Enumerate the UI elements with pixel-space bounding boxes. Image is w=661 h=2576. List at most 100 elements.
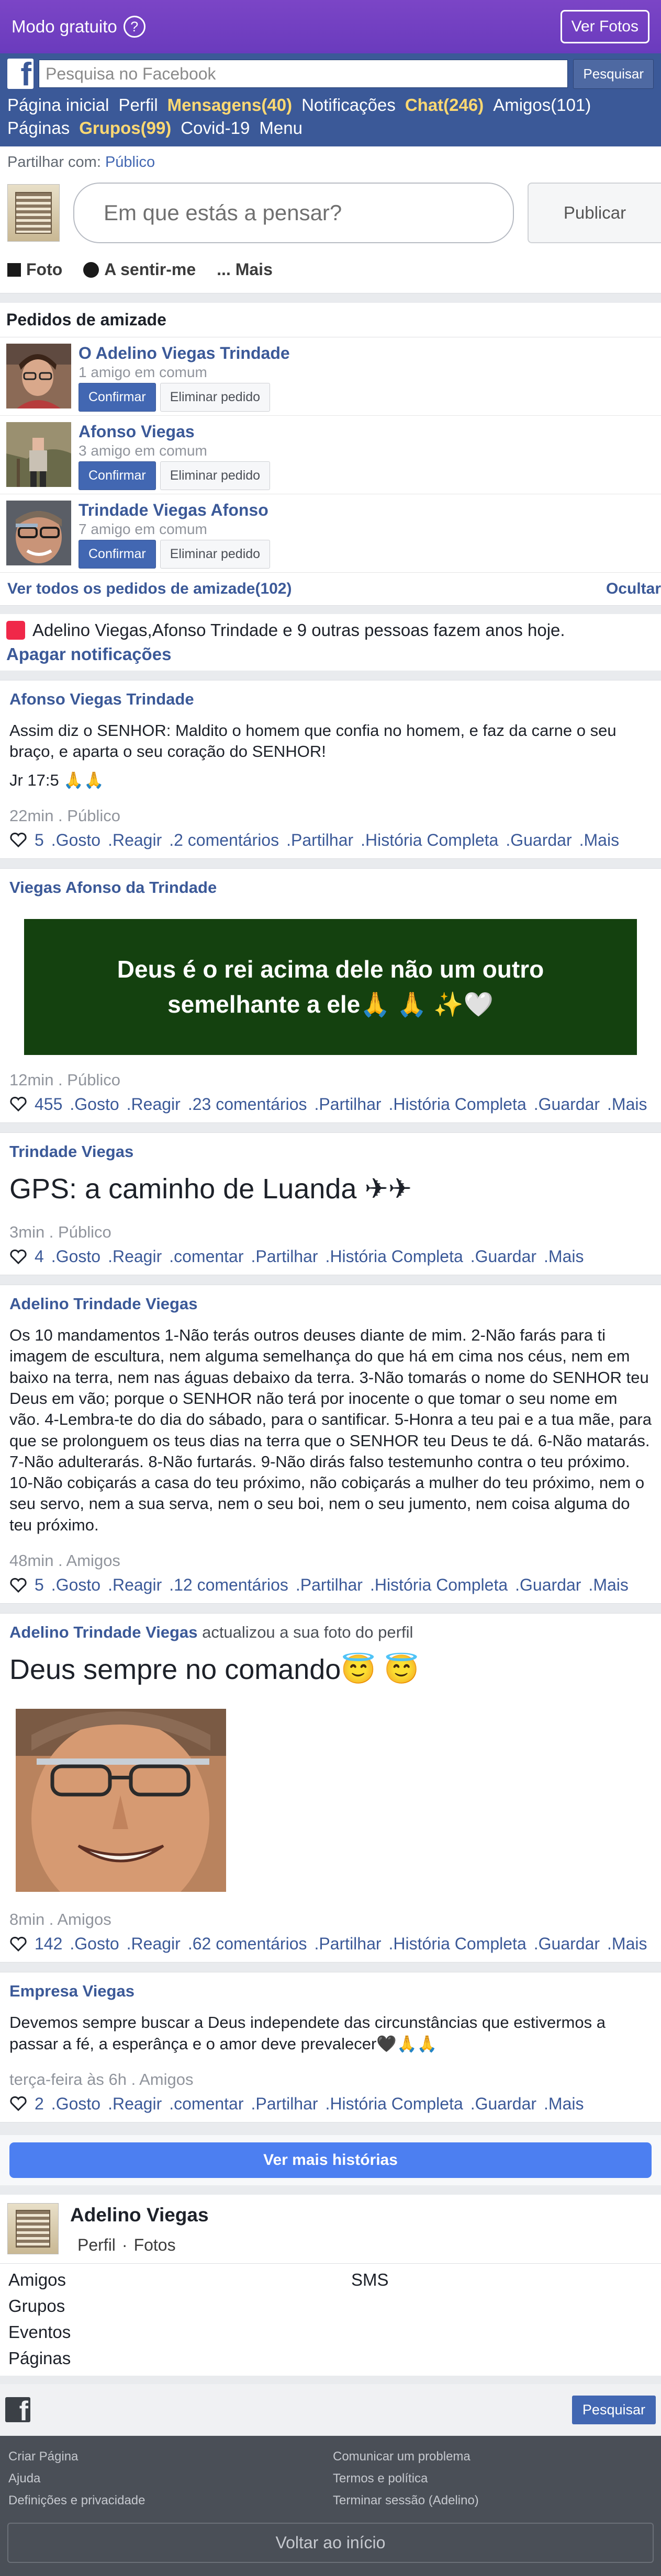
terms-link[interactable]: Termos e política	[333, 2471, 653, 2486]
react-link[interactable]: .Reagir	[108, 1247, 162, 1266]
mutual-friends[interactable]: 3 amigo em comum	[79, 442, 270, 459]
story-author[interactable]: Adelino Trindade Viegas	[9, 1295, 652, 1313]
like-link[interactable]: .Gosto	[51, 1247, 100, 1266]
delete-request-button[interactable]: Eliminar pedido	[160, 540, 271, 569]
facebook-logo-icon[interactable]: f	[7, 59, 33, 89]
nav-pages[interactable]: Páginas	[7, 118, 70, 138]
hide-requests-link[interactable]: Ocultar	[606, 580, 661, 598]
nav-friends[interactable]: Amigos(101)	[493, 95, 591, 115]
reaction-count[interactable]: 5	[35, 1575, 44, 1595]
confirm-button[interactable]: Confirmar	[79, 383, 156, 412]
groups-link[interactable]: Grupos	[8, 2296, 351, 2316]
mutual-friends[interactable]: 7 amigo em comum	[79, 521, 270, 538]
more-stories-button[interactable]: Ver mais histórias	[9, 2142, 652, 2178]
comments-link[interactable]: .2 comentários	[169, 831, 279, 850]
requester-name[interactable]: Trindade Viegas Afonso	[79, 501, 270, 520]
see-all-requests-link[interactable]: Ver todos os pedidos de amizade(102)	[7, 580, 292, 598]
like-link[interactable]: .Gosto	[51, 1575, 100, 1595]
like-link[interactable]: .Gosto	[70, 1095, 119, 1114]
story-meta[interactable]: 12min . Público	[9, 1071, 652, 1090]
pages-link[interactable]: Páginas	[8, 2348, 351, 2368]
profile-name[interactable]: Adelino Viegas	[70, 2204, 209, 2226]
friends-link[interactable]: Amigos	[8, 2270, 351, 2290]
story-author[interactable]: Adelino Trindade Viegas	[9, 1623, 197, 1641]
reaction-count[interactable]: 5	[35, 831, 44, 850]
birthday-text[interactable]: Adelino Viegas,Afonso Trindade e 9 outra…	[32, 620, 565, 640]
story-meta[interactable]: terça-feira às 6h . Amigos	[9, 2070, 652, 2089]
help-icon[interactable]: ?	[123, 16, 145, 38]
story-banner[interactable]: Deus é o rei acima dele não um outro sem…	[24, 918, 637, 1055]
react-link[interactable]: .Reagir	[127, 1095, 181, 1114]
comment-link[interactable]: .comentar	[169, 2094, 243, 2114]
full-story-link[interactable]: .História Completa	[326, 2094, 463, 2114]
nav-messages[interactable]: Mensagens(40)	[167, 95, 292, 115]
comments-link[interactable]: .62 comentários	[188, 1934, 307, 1954]
comments-link[interactable]: .12 comentários	[169, 1575, 288, 1595]
react-link[interactable]: .Reagir	[108, 2094, 162, 2114]
share-link[interactable]: .Partilhar	[314, 1095, 381, 1114]
clear-notifications-link[interactable]: Apagar notificações	[6, 644, 655, 664]
more-link[interactable]: .Mais	[544, 1247, 584, 1266]
publish-button[interactable]: Publicar	[528, 183, 661, 243]
full-story-link[interactable]: .História Completa	[389, 1934, 526, 1954]
more-link[interactable]: .Mais	[579, 831, 619, 850]
full-story-link[interactable]: .História Completa	[389, 1095, 526, 1114]
photo-action[interactable]: Foto	[7, 260, 62, 279]
events-link[interactable]: Eventos	[8, 2322, 351, 2342]
share-link[interactable]: .Partilhar	[251, 1247, 318, 1266]
sms-link[interactable]: SMS	[351, 2270, 653, 2290]
like-link[interactable]: .Gosto	[70, 1934, 119, 1954]
reaction-count[interactable]: 2	[35, 2094, 44, 2114]
save-link[interactable]: .Guardar	[470, 1247, 536, 1266]
save-link[interactable]: .Guardar	[534, 1934, 600, 1954]
full-story-link[interactable]: .História Completa	[370, 1575, 508, 1595]
avatar[interactable]	[7, 184, 60, 242]
save-link[interactable]: .Guardar	[515, 1575, 581, 1595]
share-link[interactable]: .Partilhar	[314, 1934, 381, 1954]
avatar[interactable]	[6, 501, 71, 565]
requester-name[interactable]: O Adelino Viegas Trindade	[79, 344, 290, 363]
status-input[interactable]: Em que estás a pensar?	[73, 183, 514, 243]
reaction-count[interactable]: 142	[35, 1934, 62, 1954]
story-author[interactable]: Empresa Viegas	[9, 1982, 652, 2001]
share-link[interactable]: .Partilhar	[286, 831, 353, 850]
more-link[interactable]: .Mais	[544, 2094, 584, 2114]
back-to-top-button[interactable]: Voltar ao início	[7, 2522, 654, 2563]
nav-home[interactable]: Página inicial	[7, 95, 109, 115]
full-story-link[interactable]: .História Completa	[361, 831, 498, 850]
view-photos-button[interactable]: Ver Fotos	[560, 10, 649, 43]
story-author[interactable]: Trindade Viegas	[9, 1142, 652, 1161]
avatar[interactable]	[6, 344, 71, 408]
avatar[interactable]	[7, 2203, 59, 2254]
reaction-count[interactable]: 4	[35, 1247, 44, 1266]
more-link[interactable]: .Mais	[607, 1934, 647, 1954]
comment-link[interactable]: .comentar	[169, 1247, 243, 1266]
like-link[interactable]: .Gosto	[51, 2094, 100, 2114]
confirm-button[interactable]: Confirmar	[79, 461, 156, 490]
search-button[interactable]: Pesquisar	[573, 59, 654, 89]
story-author[interactable]: Afonso Viegas Trindade	[9, 690, 652, 709]
comments-link[interactable]: .23 comentários	[188, 1095, 307, 1114]
react-link[interactable]: .Reagir	[108, 831, 162, 850]
react-link[interactable]: .Reagir	[127, 1934, 181, 1954]
settings-link[interactable]: Definições e privacidade	[8, 2493, 333, 2508]
facebook-logo-icon[interactable]: f	[5, 2397, 30, 2423]
more-link[interactable]: .Mais	[588, 1575, 628, 1595]
profile-link[interactable]: Perfil	[77, 2235, 116, 2255]
requester-name[interactable]: Afonso Viegas	[79, 422, 270, 441]
save-link[interactable]: .Guardar	[470, 2094, 536, 2114]
nav-notifications[interactable]: Notificações	[301, 95, 396, 115]
nav-chat[interactable]: Chat(246)	[405, 95, 484, 115]
save-link[interactable]: .Guardar	[534, 1095, 600, 1114]
save-link[interactable]: .Guardar	[506, 831, 572, 850]
more-action[interactable]: ... Mais	[217, 260, 273, 279]
profile-photo[interactable]	[16, 1709, 226, 1919]
share-link[interactable]: .Partilhar	[251, 2094, 318, 2114]
like-link[interactable]: .Gosto	[51, 831, 100, 850]
more-link[interactable]: .Mais	[607, 1095, 647, 1114]
logout-link[interactable]: Terminar sessão (Adelino)	[333, 2493, 653, 2508]
delete-request-button[interactable]: Eliminar pedido	[160, 383, 271, 412]
delete-request-button[interactable]: Eliminar pedido	[160, 461, 271, 490]
story-meta[interactable]: 48min . Amigos	[9, 1551, 652, 1570]
nav-menu[interactable]: Menu	[259, 118, 303, 138]
